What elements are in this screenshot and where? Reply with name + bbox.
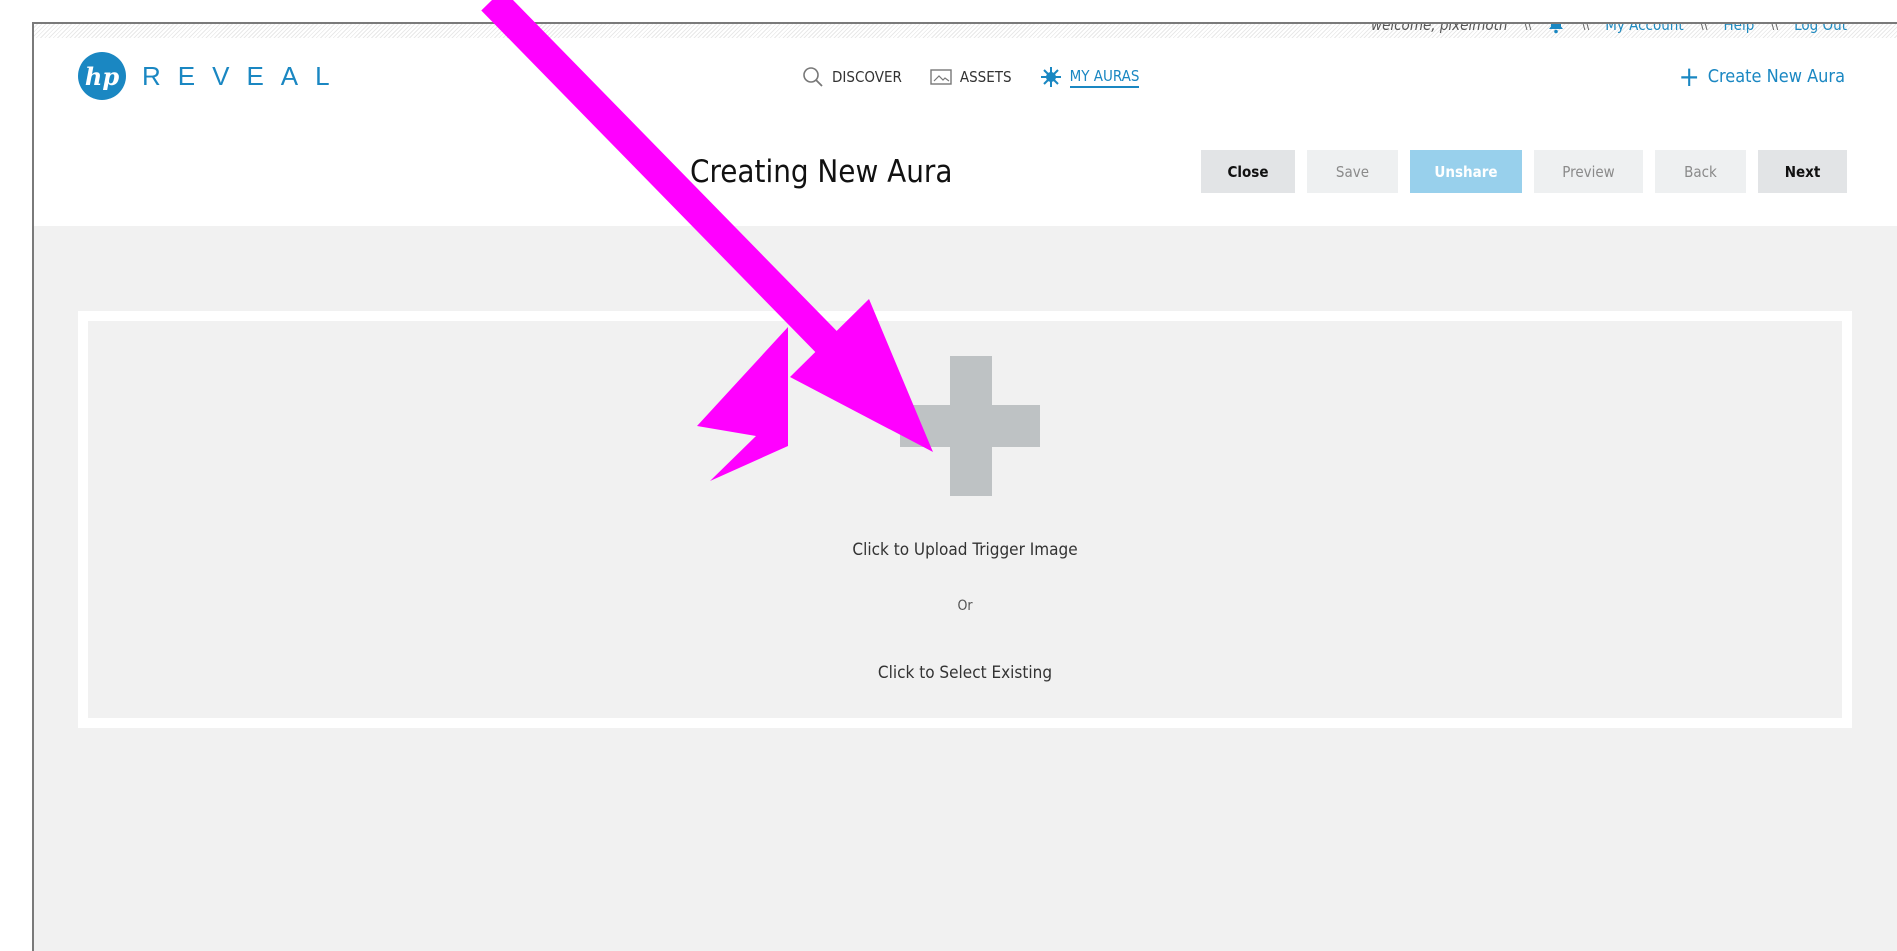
select-existing-link[interactable]: Click to Select Existing <box>88 663 1842 683</box>
save-button[interactable]: Save <box>1307 150 1398 193</box>
page-title: Creating New Aura <box>690 154 953 190</box>
help-link[interactable]: Help <box>1724 24 1755 34</box>
aura-burst-icon <box>1040 66 1062 88</box>
separator: \\ <box>1581 22 1590 33</box>
content-area: Click to Upload Trigger Image Or Click t… <box>34 226 1897 951</box>
unshare-button[interactable]: Unshare <box>1410 150 1522 193</box>
bell-icon[interactable] <box>1547 24 1565 34</box>
nav-my-auras[interactable]: MY AURAS <box>1040 66 1140 88</box>
close-button[interactable]: Close <box>1201 150 1295 193</box>
main-nav: DISCOVER ASSETS MY AURAS <box>802 66 1140 88</box>
nav-assets-label: ASSETS <box>959 68 1012 86</box>
reveal-wordmark: REVEAL <box>142 60 347 91</box>
nav-my-auras-label: MY AURAS <box>1069 67 1140 88</box>
utility-bar: welcome, pixelmoth \\ \\ My Account \\ H… <box>1371 22 1847 35</box>
trigger-upload-dropzone[interactable]: Click to Upload Trigger Image Or Click t… <box>88 321 1842 718</box>
image-icon <box>930 66 952 88</box>
nav-discover[interactable]: DISCOVER <box>802 66 902 88</box>
separator: \\ <box>1523 22 1532 33</box>
hp-reveal-logo[interactable]: hp REVEAL <box>78 52 347 100</box>
create-new-aura-label: Create New Aura <box>1707 66 1845 87</box>
or-label: Or <box>957 598 973 614</box>
nav-assets[interactable]: ASSETS <box>930 66 1012 88</box>
next-button[interactable]: Next <box>1758 150 1847 193</box>
action-buttons: Close Save Unshare Preview Back Next <box>1201 150 1847 193</box>
preview-button[interactable]: Preview <box>1534 150 1643 193</box>
create-new-aura-link[interactable]: + Create New Aura <box>1678 59 1845 93</box>
trigger-upload-panel: Click to Upload Trigger Image Or Click t… <box>78 311 1852 728</box>
upload-plus-icon[interactable] <box>900 356 1040 496</box>
separator: \\ <box>1770 22 1779 33</box>
search-icon <box>802 66 824 88</box>
separator: \\ <box>1699 22 1708 33</box>
nav-discover-label: DISCOVER <box>832 68 902 86</box>
plus-icon: + <box>1678 59 1700 93</box>
welcome-text: welcome, pixelmoth <box>1371 22 1508 34</box>
hp-logo-mark: hp <box>78 52 126 100</box>
app-frame: welcome, pixelmoth \\ \\ My Account \\ H… <box>32 22 1897 951</box>
my-account-link[interactable]: My Account <box>1605 24 1683 34</box>
back-button[interactable]: Back <box>1655 150 1746 193</box>
logout-link[interactable]: Log Out <box>1794 24 1847 34</box>
upload-trigger-image-link[interactable]: Click to Upload Trigger Image <box>88 540 1842 560</box>
